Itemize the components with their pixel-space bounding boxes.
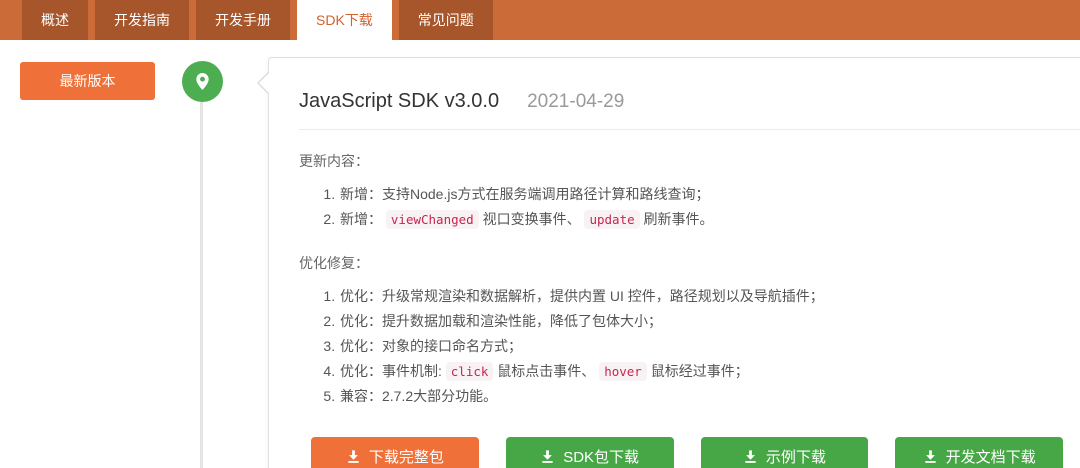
navbar-tabs: 概述 开发指南 开发手册 SDK下载 常见问题 xyxy=(22,0,493,40)
inline-code: click xyxy=(445,362,494,381)
download-button-label: 示例下载 xyxy=(765,448,826,466)
tab-overview[interactable]: 概述 xyxy=(22,0,88,40)
inline-code: update xyxy=(584,210,640,229)
tab-dev-guide[interactable]: 开发指南 xyxy=(95,0,189,40)
changelog-item: 新增：支持Node.js方式在服务端调用路径计算和路线查询； xyxy=(339,182,1063,207)
release-card: JavaScript SDK v3.0.0 2021-04-29 更新内容： 新… xyxy=(257,57,1080,468)
changelog-item: 新增： viewChanged 视口变换事件、 update 刷新事件。 xyxy=(339,207,1063,232)
latest-version-button[interactable]: 最新版本 xyxy=(20,62,155,100)
inline-code: hover xyxy=(599,362,647,381)
tab-dev-manual[interactable]: 开发手册 xyxy=(196,0,290,40)
map-pin-icon xyxy=(191,70,214,93)
download-icon xyxy=(743,449,758,464)
changelog-item: 优化：对象的接口命名方式； xyxy=(339,334,1063,359)
download-icon xyxy=(923,449,938,464)
timeline-line xyxy=(200,100,203,468)
download-button-label: 开发文档下载 xyxy=(945,448,1036,466)
download-icon xyxy=(346,449,361,464)
inline-code: viewChanged xyxy=(385,210,479,229)
changelog-item: 优化：事件机制: click 鼠标点击事件、 hover 鼠标经过事件； xyxy=(339,359,1063,384)
tab-faq[interactable]: 常见问题 xyxy=(398,0,493,40)
download-full-package-button[interactable]: 下载完整包 xyxy=(311,437,479,468)
updates-list: 新增：支持Node.js方式在服务端调用路径计算和路线查询；新增： viewCh… xyxy=(299,182,1063,232)
download-button-label: 下载完整包 xyxy=(368,448,444,466)
changelog-item: 兼容：2.7.2大部分功能。 xyxy=(339,384,1063,409)
download-examples-button[interactable]: 示例下载 xyxy=(700,437,869,468)
top-navbar: 概述 开发指南 开发手册 SDK下载 常见问题 xyxy=(0,0,1080,40)
timeline-marker xyxy=(182,61,223,102)
section-heading-updates: 更新内容： xyxy=(299,153,369,169)
changelog-item: 优化：提升数据加载和渲染性能，降低了包体大小； xyxy=(339,309,1063,334)
download-buttons-row: 下载完整包 SDK包下载 示例下载 开发文档下载 xyxy=(311,437,1063,468)
release-title: JavaScript SDK v3.0.0 xyxy=(299,90,500,112)
download-docs-button[interactable]: 开发文档下载 xyxy=(895,437,1063,468)
download-icon xyxy=(540,449,555,464)
release-header: JavaScript SDK v3.0.0 2021-04-29 xyxy=(299,90,1063,113)
section-heading-fixes: 优化修复： xyxy=(299,255,369,271)
title-divider xyxy=(299,129,1080,130)
download-button-label: SDK包下载 xyxy=(563,448,640,466)
download-sdk-button[interactable]: SDK包下载 xyxy=(505,437,674,468)
release-date: 2021-04-29 xyxy=(527,91,625,112)
fixes-list: 优化：升级常规渲染和数据解析，提供内置 UI 控件，路径规划以及导航插件；优化：… xyxy=(299,284,1063,409)
changelog-item: 优化：升级常规渲染和数据解析，提供内置 UI 控件，路径规划以及导航插件； xyxy=(339,284,1063,309)
tab-sdk-download[interactable]: SDK下载 xyxy=(297,0,392,40)
